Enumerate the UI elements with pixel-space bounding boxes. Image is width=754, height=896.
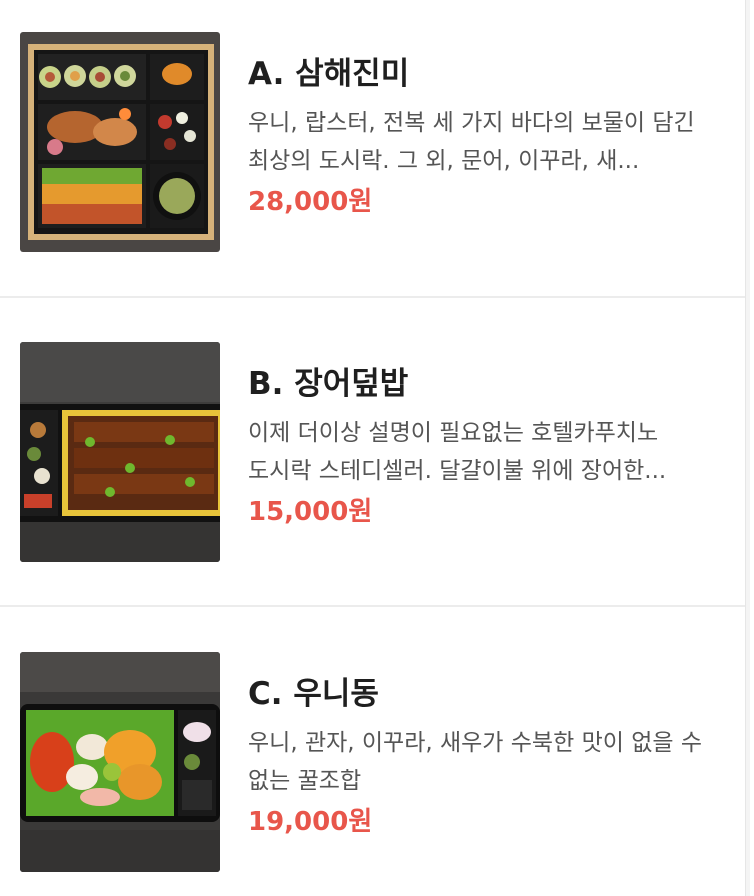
bento-box-image [20,32,220,252]
scrollbar-track[interactable] [745,0,750,896]
menu-list: A. 삼해진미 우니, 랍스터, 전복 세 가지 바다의 보물이 담긴 최상의 … [0,0,750,896]
eel-rice-image [20,342,220,562]
menu-item-price: 19,000원 [248,807,373,837]
uni-don-image [20,652,220,872]
menu-item-text: C. 우니동 우니, 관자, 이꾸라, 새우가 수북한 맛이 없을 수 없는 꿀… [248,672,718,842]
menu-item-c[interactable]: C. 우니동 우니, 관자, 이꾸라, 새우가 수북한 맛이 없을 수 없는 꿀… [0,607,750,896]
menu-item-text: A. 삼해진미 우니, 랍스터, 전복 세 가지 바다의 보물이 담긴 최상의 … [248,52,718,222]
menu-item-description: 이제 더이상 설명이 필요없는 호텔카푸치노 도시락 스테디셀러. 달걀이불 위… [248,420,667,484]
menu-item-description: 우니, 랍스터, 전복 세 가지 바다의 보물이 담긴 최상의 도시락. 그 외… [248,110,695,174]
menu-item-price: 28,000원 [248,187,373,217]
menu-item-a[interactable]: A. 삼해진미 우니, 랍스터, 전복 세 가지 바다의 보물이 담긴 최상의 … [0,0,750,297]
menu-item-text: B. 장어덮밥 이제 더이상 설명이 필요없는 호텔카푸치노 도시락 스테디셀러… [248,362,718,532]
menu-item-price: 15,000원 [248,497,373,527]
menu-item-title: A. 삼해진미 [248,56,410,92]
menu-item-title: B. 장어덮밥 [248,366,409,402]
menu-item-description: 우니, 관자, 이꾸라, 새우가 수북한 맛이 없을 수 없는 꿀조합 [248,730,702,794]
menu-item-b[interactable]: B. 장어덮밥 이제 더이상 설명이 필요없는 호텔카푸치노 도시락 스테디셀러… [0,298,750,595]
menu-item-title: C. 우니동 [248,676,379,712]
